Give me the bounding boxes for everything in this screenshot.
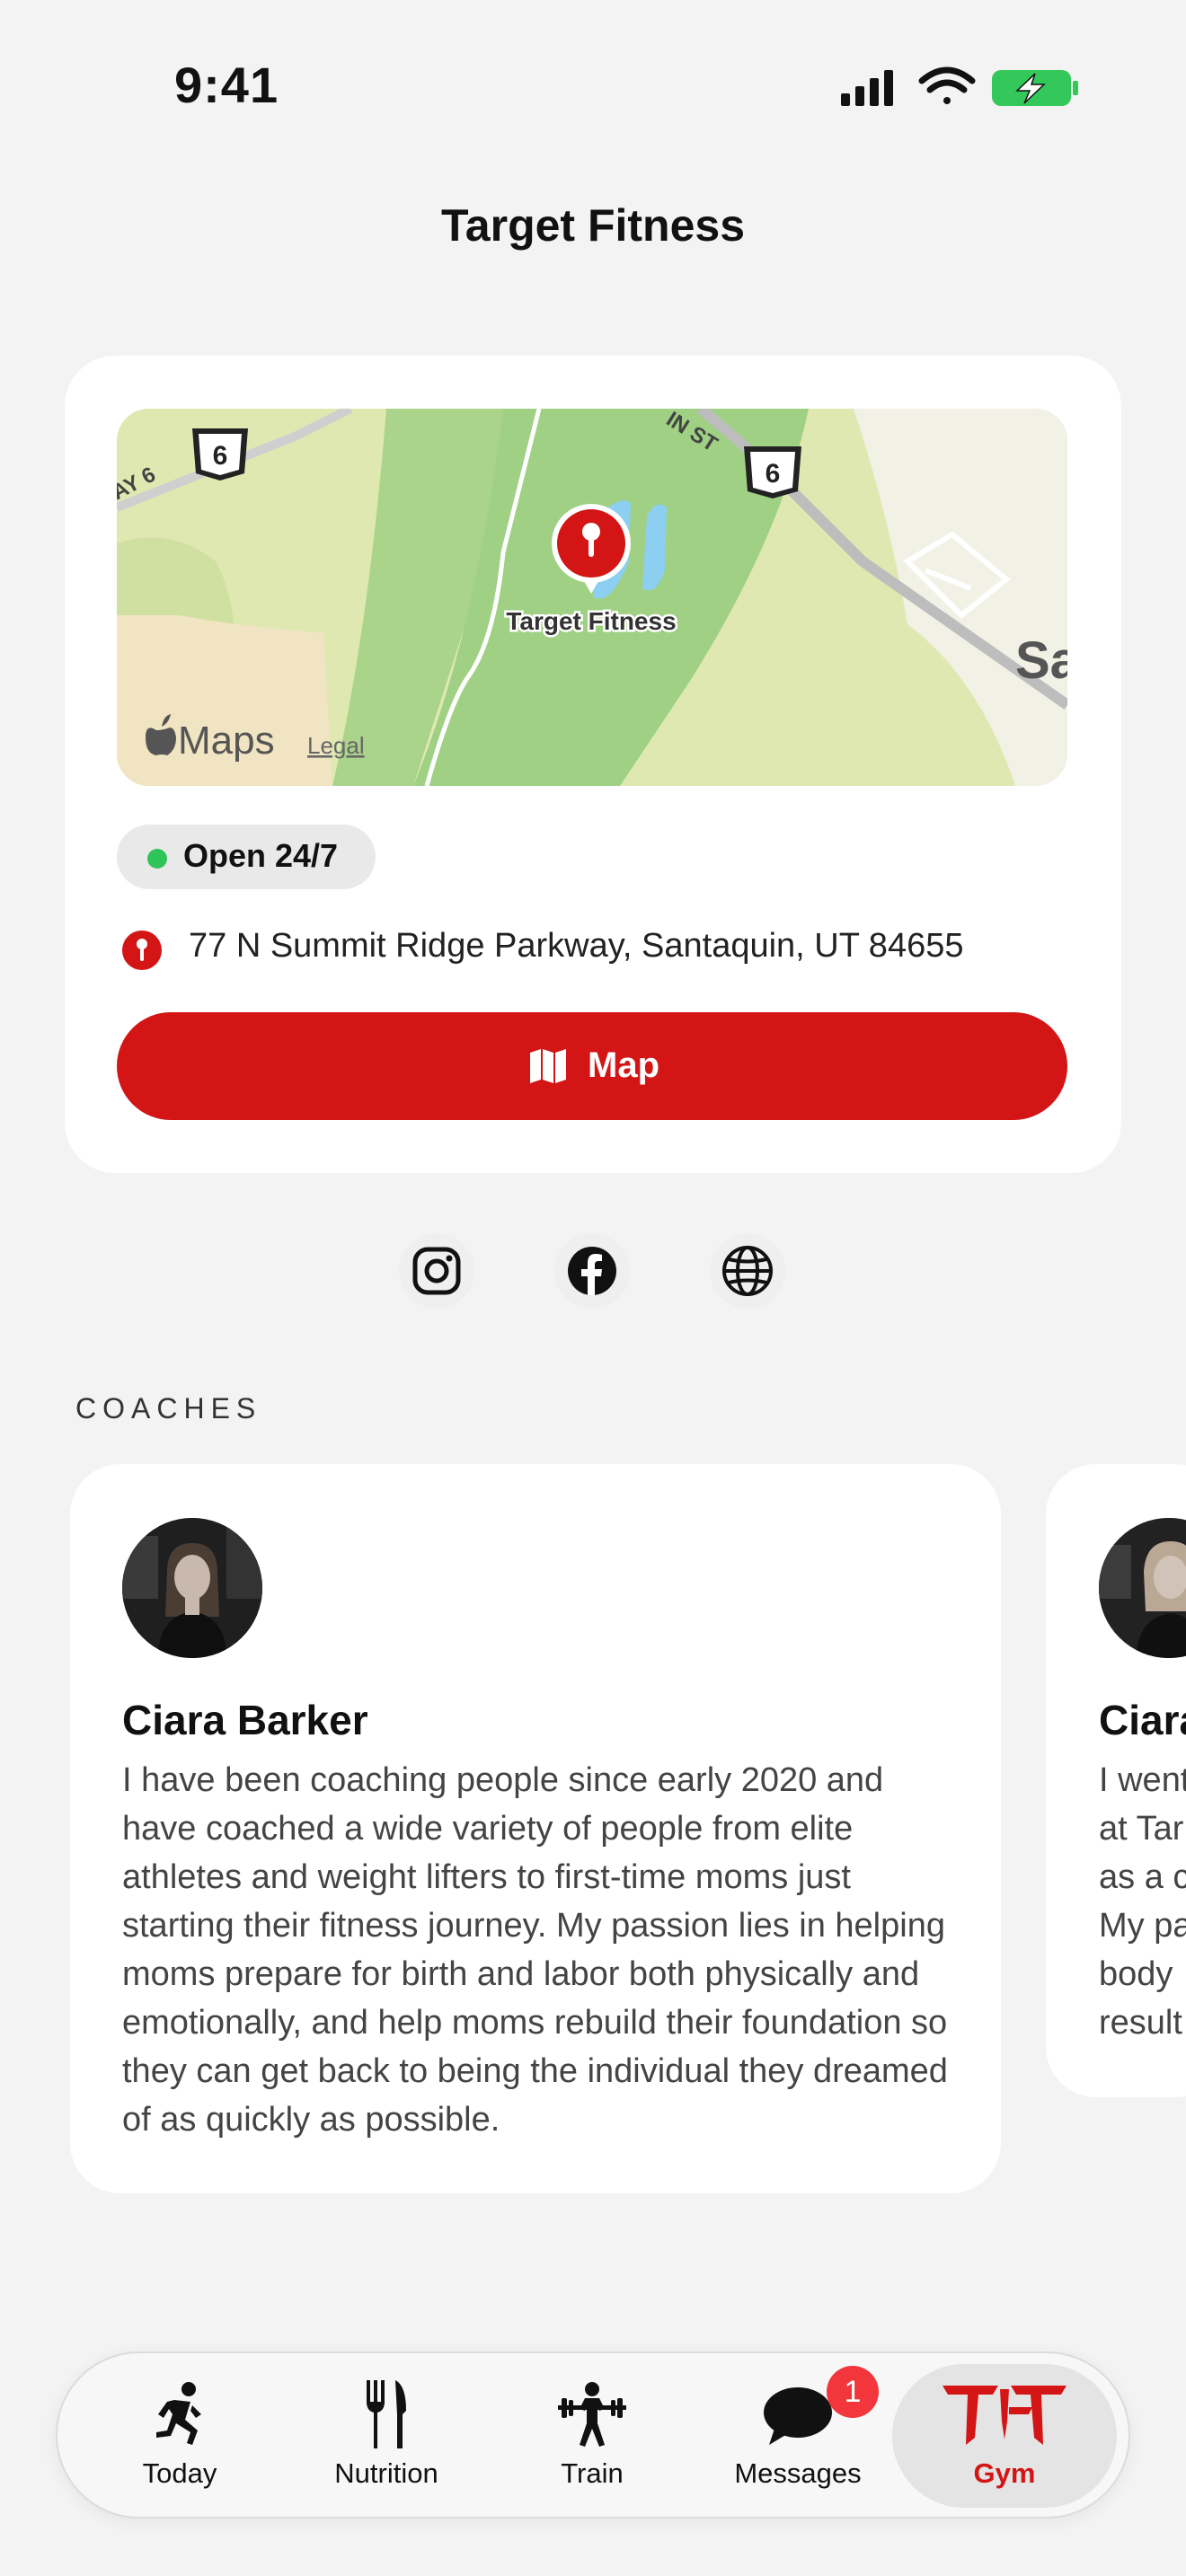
tab-train[interactable]: Train (489, 2364, 695, 2508)
tab-label: Gym (973, 2457, 1036, 2489)
coach-name: Ciara (1099, 1697, 1186, 1743)
open-status-dot (147, 849, 167, 869)
facebook-button[interactable] (554, 1233, 630, 1309)
map-canvas: AY 6 IN ST Sa 6 6 Target Fitness Maps Le… (117, 409, 1067, 786)
legal-link[interactable]: Legal (307, 732, 365, 759)
coach-name: Ciara Barker (122, 1697, 368, 1743)
signal-icon (841, 70, 893, 106)
chat-bubble-icon (764, 2387, 832, 2445)
status-time: 9:41 (174, 57, 279, 113)
website-button[interactable] (710, 1233, 785, 1309)
page-title: Target Fitness (440, 200, 746, 251)
status-icons (841, 66, 1078, 106)
instagram-button[interactable] (399, 1233, 474, 1309)
battery-charging-icon (992, 70, 1078, 106)
map-preview[interactable]: AY 6 IN ST Sa 6 6 Target Fitness Maps Le… (117, 409, 1067, 786)
tab-label: Today (142, 2457, 217, 2489)
coach-avatar (122, 1518, 262, 1658)
highway-shield: 6 (744, 446, 801, 498)
tab-label: Train (561, 2457, 624, 2489)
svg-text:6: 6 (213, 441, 228, 471)
location-pin-icon (122, 931, 162, 970)
weightlifter-icon (558, 2382, 626, 2447)
wifi-icon (918, 66, 976, 104)
running-person-icon (156, 2382, 201, 2445)
map-pin-label: Target Fitness (506, 607, 676, 635)
coaches-section-title: COACHES (75, 1392, 262, 1425)
tab-gym[interactable]: Gym (892, 2364, 1117, 2508)
open-map-button-label: Map (588, 1045, 659, 1085)
unread-badge: 1 (827, 2366, 879, 2418)
highway-shield: 6 (192, 428, 248, 481)
map-icon (530, 1049, 566, 1083)
maps-attribution: Maps (178, 719, 275, 763)
fork-knife-icon (367, 2380, 406, 2448)
tab-today[interactable]: Today (76, 2364, 283, 2508)
hours-badge-label: Open 24/7 (183, 837, 339, 874)
city-label: Sa (1015, 631, 1067, 690)
coach-bio: I have been coaching people since early … (122, 1761, 948, 2139)
svg-text:6: 6 (766, 459, 781, 489)
instagram-icon (412, 1247, 461, 1295)
tab-nutrition[interactable]: Nutrition (283, 2364, 490, 2508)
gym-address[interactable]: 77 N Summit Ridge Parkway, Santaquin, UT… (189, 927, 963, 966)
target-fitness-logo-icon (943, 2386, 1067, 2445)
globe-icon (722, 1246, 773, 1296)
tab-label: Nutrition (334, 2457, 438, 2489)
tab-label: Messages (734, 2457, 862, 2489)
facebook-icon (568, 1247, 616, 1295)
coach-bio: I went at Tar as a c My pa body result (1099, 1761, 1186, 2042)
